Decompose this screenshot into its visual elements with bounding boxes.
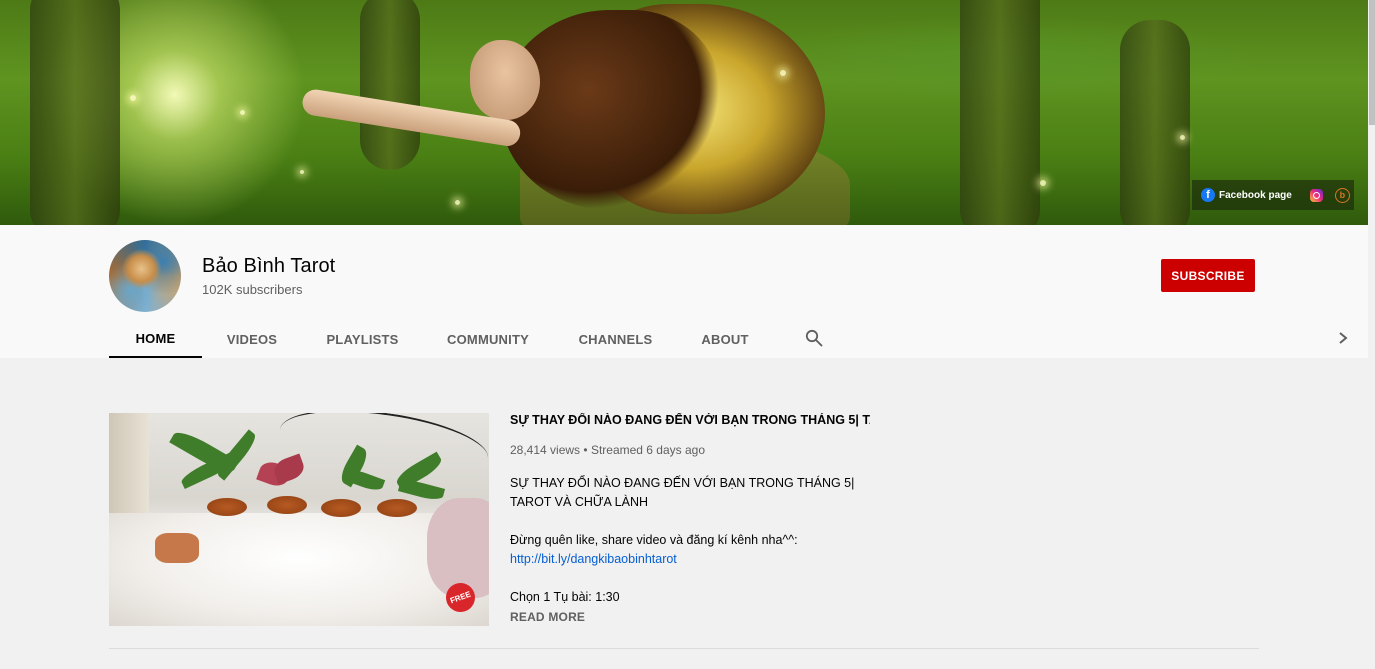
description-line: Đừng quên like, share video và đăng kí k… bbox=[510, 533, 798, 547]
description-line: Chọn 1 Tụ bài: 1:30 bbox=[510, 590, 620, 604]
channel-header: Bảo Bình Tarot 102K subscribers SUBSCRIB… bbox=[0, 225, 1368, 358]
instagram-icon[interactable] bbox=[1309, 188, 1323, 202]
tab-playlists[interactable]: PLAYLISTS bbox=[321, 320, 404, 358]
tab-home[interactable]: HOME bbox=[109, 320, 202, 358]
description-spacer bbox=[510, 569, 1030, 588]
facebook-link-label: Facebook page bbox=[1219, 189, 1292, 201]
tab-community[interactable]: COMMUNITY bbox=[441, 320, 535, 358]
tab-channels[interactable]: CHANNELS bbox=[573, 320, 658, 358]
chevron-right-icon[interactable] bbox=[1336, 328, 1350, 348]
tab-about[interactable]: ABOUT bbox=[695, 320, 755, 358]
subscriber-count: 102K subscribers bbox=[202, 282, 303, 297]
subscribe-button[interactable]: SUBSCRIBE bbox=[1161, 259, 1255, 292]
read-more-button[interactable]: READ MORE bbox=[510, 610, 585, 624]
channel-banner: f Facebook page b bbox=[0, 0, 1368, 225]
featured-video-title[interactable]: SỰ THAY ĐỔI NÀO ĐANG ĐẾN VỚI BẠN TRONG T… bbox=[510, 413, 870, 427]
facebook-icon: f bbox=[1201, 188, 1215, 202]
tab-videos[interactable]: VIDEOS bbox=[221, 320, 283, 358]
featured-video-thumbnail[interactable]: FREE bbox=[109, 413, 489, 626]
search-icon[interactable] bbox=[805, 329, 823, 347]
description-line: SỰ THAY ĐỔI NÀO ĐANG ĐẾN VỚI BẠN TRONG T… bbox=[510, 476, 855, 490]
channel-name: Bảo Bình Tarot bbox=[202, 255, 336, 277]
facebook-link[interactable]: f Facebook page bbox=[1201, 188, 1292, 202]
scrollbar-thumb[interactable] bbox=[1369, 0, 1375, 125]
view-count: 28,414 views bbox=[510, 443, 581, 457]
channel-avatar[interactable] bbox=[109, 240, 181, 312]
streamed-time: Streamed 6 days ago bbox=[590, 443, 706, 457]
featured-video-description: SỰ THAY ĐỔI NÀO ĐANG ĐẾN VỚI BẠN TRONG T… bbox=[510, 474, 1030, 607]
banner-social-links: f Facebook page b bbox=[1192, 180, 1354, 210]
description-spacer bbox=[510, 512, 1030, 531]
description-link[interactable]: http://bit.ly/dangkibaobinhtarot bbox=[510, 550, 1030, 569]
blog-icon[interactable]: b bbox=[1334, 187, 1350, 203]
section-divider bbox=[109, 648, 1259, 649]
featured-video-meta: 28,414 views • Streamed 6 days ago bbox=[510, 443, 705, 457]
description-line: TAROT VÀ CHỮA LÀNH bbox=[510, 495, 649, 509]
meta-separator: • bbox=[583, 443, 588, 457]
